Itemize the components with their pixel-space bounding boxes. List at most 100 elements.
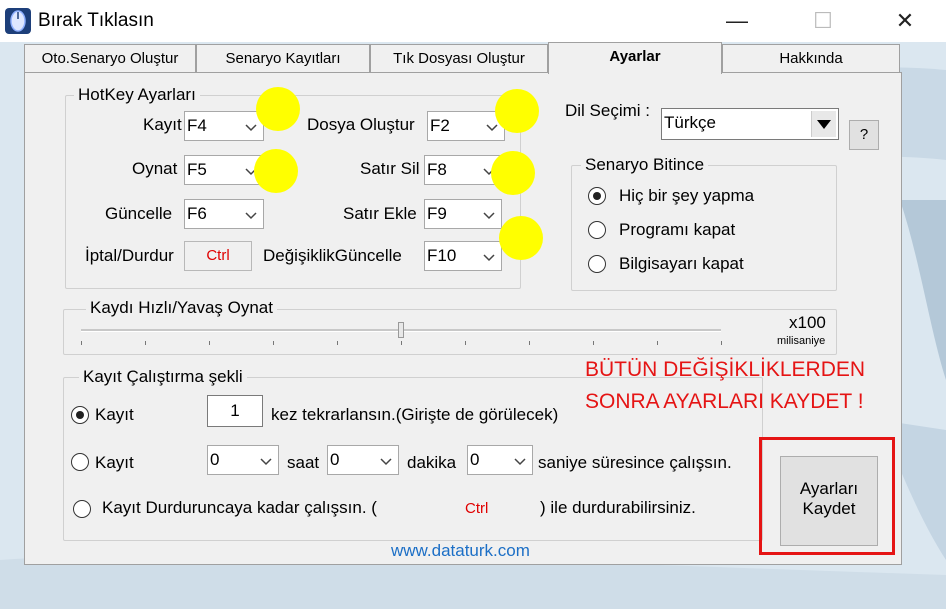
satir-ekle-hotkey-label: Satır Ekle [343,204,417,223]
slider-tick [273,341,274,345]
chevron-down-icon [260,458,272,466]
tab-senaryo-kayitlari[interactable]: Senaryo Kayıtları [196,44,370,72]
settings-panel: HotKey Ayarları Kayıt F4 Oynat F5 Güncel… [24,72,902,565]
hotkey-group-title: HotKey Ayarları [74,85,200,105]
iptal-hotkey-display: Ctrl [184,241,252,271]
app-mouse-icon [5,8,31,34]
chevron-down-icon [245,124,257,132]
scenario-end-title: Senaryo Bitince [581,155,709,175]
minimize-button[interactable]: — [714,6,760,36]
radio-bilgisayari-kapat-label: Bilgisayarı kapat [619,254,744,273]
dosya-hotkey-value: F2 [430,116,450,135]
radio-run-repeat[interactable] [71,406,89,424]
radio-bilgisayari-kapat[interactable] [588,255,606,273]
guncelle-hotkey-select[interactable]: F6 [184,199,264,229]
seconds-label: saniye süresince çalışsın. [538,453,732,472]
language-dropdown-button[interactable] [811,111,836,137]
chevron-down-icon [483,212,495,220]
title-bar: Bırak Tıklasın — ☐ ✕ [0,0,946,42]
satir-sil-hotkey-label: Satır Sil [360,159,420,178]
guncelle-hotkey-value: F6 [187,204,207,223]
slider-tick [401,341,402,345]
hours-label: saat [287,453,320,472]
oynat-hotkey-value: F5 [187,160,207,179]
degisiklik-hotkey-label: DeğişiklikGüncelle [263,246,402,265]
highlight-marker [495,89,539,133]
seconds-select[interactable]: 0 [467,445,533,475]
save-notice-line2: SONRA AYARLARI KAYDET ! [585,390,864,413]
stop-key-display: Ctrl [465,500,489,517]
minutes-label: dakika [407,453,457,472]
speed-unit: milisaniye [777,335,826,347]
run-until-stopped-suffix: ) ile durdurabilirsiniz. [540,498,696,517]
iptal-hotkey-label: İptal/Durdur [85,246,174,265]
help-button[interactable]: ? [849,120,879,150]
slider-tick [529,341,530,345]
speed-slider-thumb[interactable] [398,322,404,338]
oynat-hotkey-label: Oynat [132,159,178,178]
language-value: Türkçe [664,113,716,132]
window-title: Bırak Tıklasın [38,10,154,31]
chevron-down-icon [483,254,495,262]
slider-tick [145,341,146,345]
tab-hakkinda[interactable]: Hakkında [722,44,900,72]
highlight-marker [256,87,300,131]
radio-run-until-stopped[interactable] [73,500,91,518]
run-until-stopped-label: Kayıt Durduruncaya kadar çalışsın. ( [102,498,377,517]
slider-tick [465,341,466,345]
caret-down-icon [817,120,831,129]
minutes-select[interactable]: 0 [327,445,399,475]
satir-sil-hotkey-value: F8 [427,160,447,179]
radio-programi-kapat[interactable] [588,221,606,239]
hours-select[interactable]: 0 [207,445,279,475]
chevron-down-icon [245,212,257,220]
tab-strip: Oto.Senaryo Oluştur Senaryo Kayıtları Tı… [24,42,902,74]
close-button[interactable]: ✕ [882,6,928,36]
slider-tick [209,341,210,345]
hours-value: 0 [210,450,220,469]
radio-hic-bir-sey-label: Hiç bir şey yapma [619,186,755,205]
tab-tik-dosyasi[interactable]: Tık Dosyası Oluştur [370,44,548,72]
dosya-hotkey-select[interactable]: F2 [427,111,505,141]
highlight-marker [254,149,298,193]
speed-group-title: Kaydı Hızlı/Yavaş Oynat [86,298,277,318]
maximize-button[interactable]: ☐ [800,6,846,36]
website-link[interactable]: www.dataturk.com [391,541,530,561]
degisiklik-hotkey-value: F10 [427,246,457,265]
slider-tick [81,341,82,345]
save-notice-line1: BÜTÜN DEĞİŞİKLİKLERDEN [585,358,866,381]
run-mode-title: Kayıt Çalıştırma şekli [79,367,247,387]
kayit-hotkey-value: F4 [187,116,207,135]
slider-tick [721,341,722,345]
seconds-value: 0 [470,450,480,469]
radio-run-duration[interactable] [71,453,89,471]
language-label: Dil Seçimi : [565,101,651,120]
slider-tick [657,341,658,345]
save-button-line1: Ayarları [799,479,859,498]
satir-ekle-hotkey-value: F9 [427,204,447,223]
degisiklik-hotkey-select[interactable]: F10 [424,241,502,271]
chevron-down-icon [514,458,526,466]
slider-tick [337,341,338,345]
tab-ayarlar[interactable]: Ayarlar [548,42,722,74]
radio-hic-bir-sey[interactable] [588,187,606,205]
language-select[interactable]: Türkçe [661,108,839,140]
repeat-count-input[interactable]: 1 [207,395,263,427]
save-button-line2: Kaydet [802,499,856,518]
tab-oto-senaryo[interactable]: Oto.Senaryo Oluştur [24,44,196,72]
slider-tick [593,341,594,345]
chevron-down-icon [380,458,392,466]
oynat-hotkey-select[interactable]: F5 [184,155,264,185]
satir-ekle-hotkey-select[interactable]: F9 [424,199,502,229]
minutes-value: 0 [330,450,340,469]
run-repeat-label: Kayıt [95,405,134,424]
kayit-hotkey-select[interactable]: F4 [184,111,264,141]
dosya-hotkey-label: Dosya Oluştur [307,115,415,134]
radio-programi-kapat-label: Programı kapat [619,220,736,239]
save-settings-button[interactable]: Ayarları Kaydet [780,456,878,546]
highlight-marker [491,151,535,195]
run-duration-label: Kayıt [95,453,134,472]
guncelle-hotkey-label: Güncelle [105,204,173,223]
repeat-suffix: kez tekrarlansın.(Girişte de görülecek) [271,405,559,424]
chevron-down-icon [486,124,498,132]
